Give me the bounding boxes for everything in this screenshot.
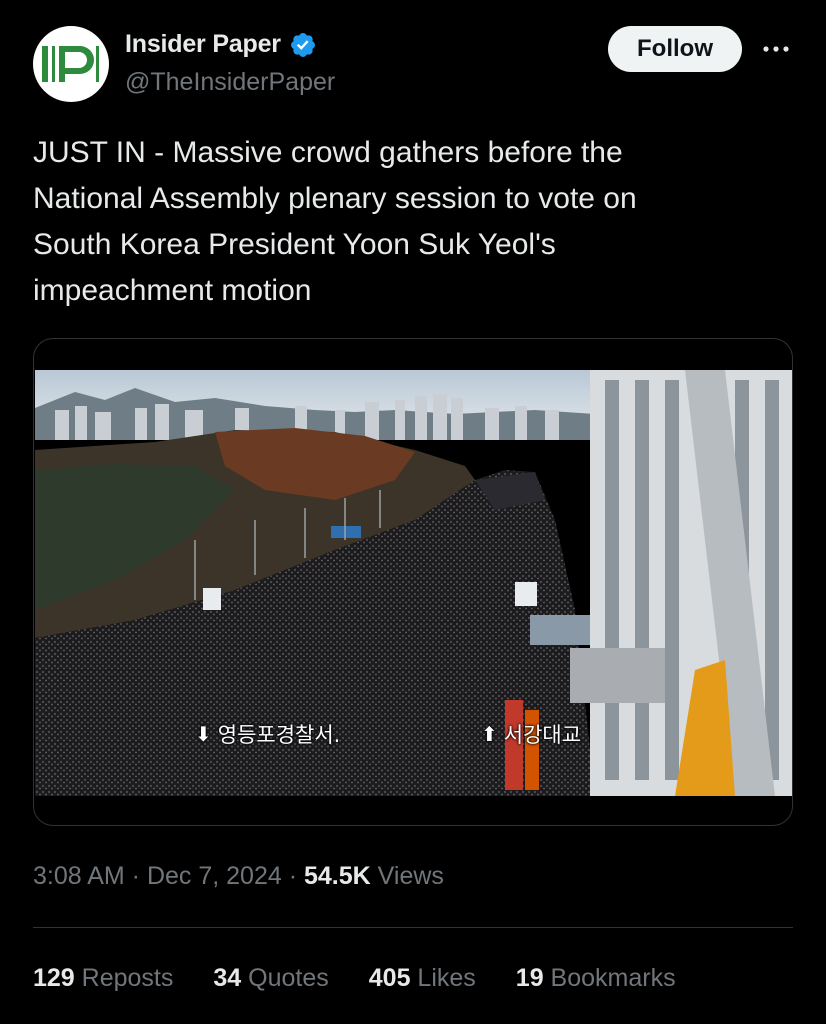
author-handle[interactable]: @TheInsiderPaper [125, 68, 335, 97]
arrow-up-icon: ⬆ [481, 722, 498, 746]
tweet-meta: 3:08 AM · Dec 7, 2024 · 54.5K Views [33, 862, 444, 891]
meta-separator-2: · [281, 862, 304, 890]
sign-left-text: 영등포경찰서. [217, 723, 341, 747]
author-display-name[interactable]: Insider Paper [125, 30, 281, 59]
follow-button[interactable]: Follow [608, 26, 742, 72]
insider-paper-logo [42, 46, 99, 82]
tweet-media[interactable]: ⬇ 영등포경찰서. ⬆ 서강대교 [33, 338, 793, 826]
verified-badge-icon [289, 31, 317, 59]
sign-sogang-bridge: ⬆ 서강대교 [481, 719, 581, 749]
stat-bookmarks[interactable]: 19 Bookmarks [516, 964, 676, 993]
crowd-photo: ⬇ 영등포경찰서. ⬆ 서강대교 [35, 370, 792, 796]
stat-quotes[interactable]: 34 Quotes [213, 964, 328, 993]
views-label: Views [370, 862, 444, 890]
sign-right-text: 서강대교 [503, 723, 582, 747]
tweet-text: JUST IN - Massive crowd gathers before t… [33, 136, 637, 307]
stat-reposts[interactable]: 129 Reposts [33, 964, 173, 993]
arrow-down-icon: ⬇ [195, 722, 212, 746]
author-name-row: Insider Paper [125, 30, 317, 59]
more-horizontal-icon[interactable] [760, 34, 792, 64]
tweet-date[interactable]: Dec 7, 2024 [147, 862, 282, 890]
tweet-time[interactable]: 3:08 AM [33, 862, 125, 890]
avatar[interactable] [33, 26, 109, 102]
engagement-stats: 129 Reposts 34 Quotes 405 Likes 19 Bookm… [33, 964, 716, 993]
meta-separator: · [124, 862, 147, 890]
sign-yeongdeungpo: ⬇ 영등포경찰서. [195, 719, 340, 749]
divider [33, 927, 793, 928]
views-count: 54.5K [304, 862, 371, 890]
stat-likes[interactable]: 405 Likes [369, 964, 476, 993]
